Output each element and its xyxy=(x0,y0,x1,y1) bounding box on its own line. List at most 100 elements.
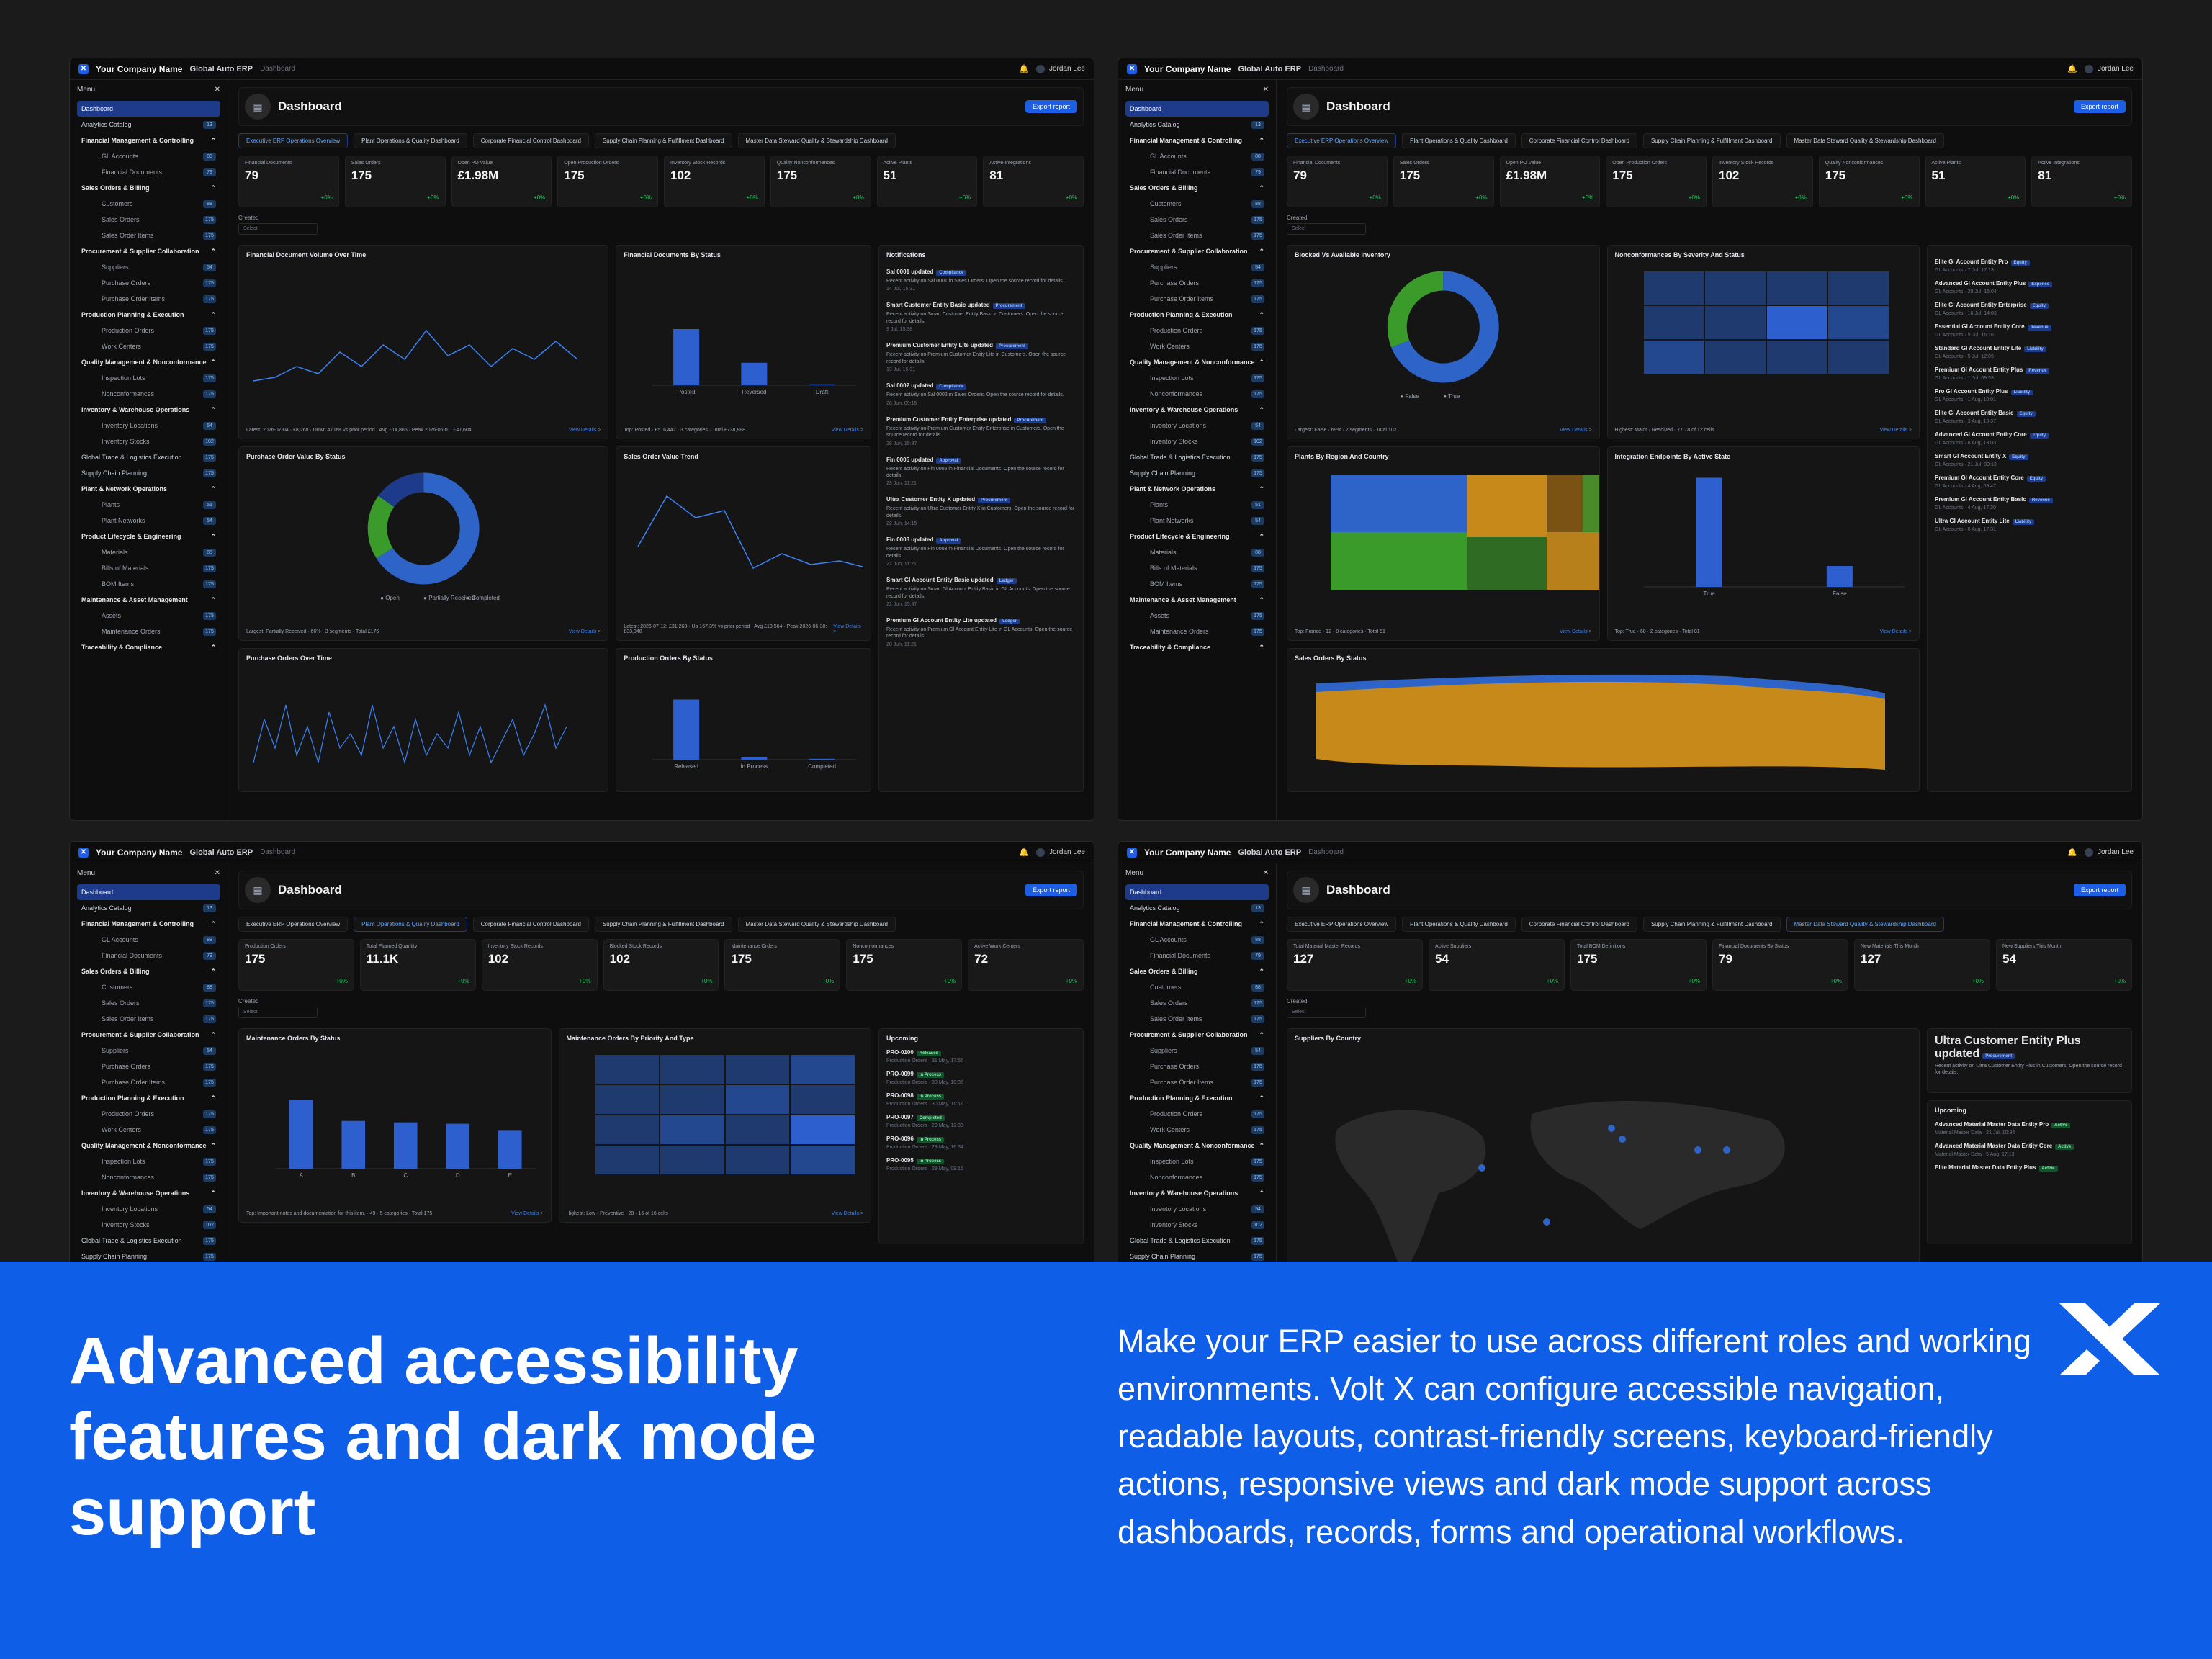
sidebar-item[interactable]: Suppliers 54 xyxy=(77,1043,220,1058)
sidebar-item[interactable]: Purchase Orders 175 xyxy=(77,275,220,291)
breadcrumb[interactable]: Dashboard xyxy=(260,848,295,856)
sidebar-item[interactable]: Nonconformances 175 xyxy=(77,1169,220,1185)
sidebar-item[interactable]: Sales Orders & Billing ⌃ xyxy=(1125,963,1269,979)
upcoming-item[interactable]: PRO-0096 In Process Production Orders · 29… xyxy=(886,1136,1076,1150)
sidebar-item[interactable]: Inventory Locations 54 xyxy=(77,418,220,433)
sidebar-item[interactable]: Inventory Locations 54 xyxy=(1125,1201,1269,1217)
sidebar-item[interactable]: Global Trade & Logistics Execution 175 xyxy=(1125,1233,1269,1249)
upcoming-item[interactable]: Elite Material Master Data Entity Plus Ac… xyxy=(1935,1164,2124,1172)
sidebar-item[interactable]: Plants 51 xyxy=(1125,497,1269,513)
sidebar-item[interactable]: Sales Order Items 175 xyxy=(77,228,220,243)
map-marker[interactable] xyxy=(1543,1218,1550,1226)
sidebar-item[interactable]: BOM Items 175 xyxy=(1125,576,1269,592)
sidebar-item[interactable]: Financial Documents 79 xyxy=(77,948,220,963)
sidebar-item[interactable]: Suppliers 54 xyxy=(1125,1043,1269,1058)
map-marker[interactable] xyxy=(1723,1146,1730,1154)
sidebar-item[interactable]: Traceability & Compliance ⌃ xyxy=(1125,639,1269,655)
sidebar-item[interactable]: Purchase Order Items 175 xyxy=(77,1074,220,1090)
sidebar-item[interactable]: Financial Management & Controlling ⌃ xyxy=(77,916,220,932)
sidebar-item[interactable]: Work Centers 175 xyxy=(77,338,220,354)
view-details-link[interactable]: View Details > xyxy=(1880,629,1912,634)
sidebar-item[interactable]: Procurement & Supplier Collaboration ⌃ xyxy=(1125,243,1269,259)
sidebar-item[interactable]: Maintenance & Asset Management ⌃ xyxy=(77,592,220,608)
sidebar-item[interactable]: Dashboard xyxy=(77,101,220,117)
close-icon[interactable]: ✕ xyxy=(1263,869,1269,877)
dashboard-tab[interactable]: Master Data Steward Quality & Stewardshi… xyxy=(737,917,896,932)
sidebar-item[interactable]: Sales Orders & Billing ⌃ xyxy=(1125,180,1269,196)
map-marker[interactable] xyxy=(1694,1146,1701,1154)
sidebar-item[interactable]: Production Planning & Execution ⌃ xyxy=(77,307,220,323)
sidebar-item[interactable]: Inventory & Warehouse Operations ⌃ xyxy=(77,1185,220,1201)
sidebar-item[interactable]: Procurement & Supplier Collaboration ⌃ xyxy=(77,243,220,259)
dashboard-tab[interactable]: Corporate Financial Control Dashboard xyxy=(472,133,589,148)
bell-icon[interactable]: 🔔 xyxy=(1019,848,1029,857)
sidebar-item[interactable]: Analytics Catalog 13 xyxy=(77,117,220,132)
sidebar-item[interactable]: Inventory Stocks 102 xyxy=(77,433,220,449)
sidebar-item[interactable]: Inventory & Warehouse Operations ⌃ xyxy=(1125,402,1269,418)
export-report-button[interactable]: Export report xyxy=(1025,100,1077,113)
map-marker[interactable] xyxy=(1619,1136,1626,1143)
export-report-button[interactable]: Export report xyxy=(2073,884,2126,896)
sidebar-item[interactable]: GL Accounts 88 xyxy=(1125,148,1269,164)
view-details-link[interactable]: View Details > xyxy=(833,624,863,634)
sidebar-item[interactable]: Production Planning & Execution ⌃ xyxy=(77,1090,220,1106)
sidebar-item[interactable]: Inspection Lots 175 xyxy=(77,1154,220,1169)
sidebar-item[interactable]: Production Orders 175 xyxy=(1125,323,1269,338)
sidebar-item[interactable]: Product Lifecycle & Engineering ⌃ xyxy=(1125,529,1269,544)
sidebar-item[interactable]: Plants 51 xyxy=(77,497,220,513)
close-icon[interactable]: ✕ xyxy=(1263,86,1269,94)
sidebar-item[interactable]: Financial Documents 79 xyxy=(77,164,220,180)
gl-account-item[interactable]: Premium Gl Account Entity Plus Revenue GL … xyxy=(1935,367,2124,381)
bell-icon[interactable]: 🔔 xyxy=(1019,64,1029,73)
notification-item[interactable]: Smart Customer Entity Basic updated Procu… xyxy=(886,302,1076,332)
notification-item[interactable]: Sal 0001 updated Compliance Recent activit… xyxy=(886,269,1076,292)
dashboard-tab[interactable]: Supply Chain Planning & Fulfillment Dash… xyxy=(594,133,732,148)
upcoming-item[interactable]: Advanced Material Master Data Entity Pro… xyxy=(1935,1121,2124,1136)
dashboard-tab[interactable]: Master Data Steward Quality & Stewardshi… xyxy=(737,133,896,148)
bell-icon[interactable]: 🔔 xyxy=(2067,64,2077,73)
sidebar-item[interactable]: Global Trade & Logistics Execution 175 xyxy=(1125,449,1269,465)
view-details-link[interactable]: View Details > xyxy=(569,629,601,634)
notification-item[interactable]: Premium Gl Account Entity Lite updated Le… xyxy=(886,617,1076,647)
upcoming-item[interactable]: PRO-0100 Released Production Orders · 31 M… xyxy=(886,1049,1076,1064)
created-select[interactable]: Select xyxy=(1287,1007,1366,1018)
dashboard-tab[interactable]: Executive ERP Operations Overview xyxy=(1287,133,1397,148)
created-select[interactable]: Select xyxy=(1287,223,1366,235)
notification-item[interactable]: Sal 0002 updated Compliance Recent activit… xyxy=(886,382,1076,405)
sidebar-item[interactable]: Dashboard xyxy=(1125,101,1269,117)
sidebar-item[interactable]: Purchase Orders 175 xyxy=(77,1058,220,1074)
sidebar-item[interactable]: Global Trade & Logistics Execution 175 xyxy=(77,1233,220,1249)
sidebar-item[interactable]: Sales Orders 175 xyxy=(77,212,220,228)
sidebar-item[interactable]: Work Centers 175 xyxy=(77,1122,220,1138)
export-report-button[interactable]: Export report xyxy=(2073,100,2126,113)
gl-account-item[interactable]: Ultra Gl Account Entity Lite Liability GL … xyxy=(1935,518,2124,532)
sidebar-item[interactable]: Maintenance Orders 175 xyxy=(1125,624,1269,639)
dashboard-tab[interactable]: Executive ERP Operations Overview xyxy=(238,133,349,148)
sidebar-item[interactable]: Production Planning & Execution ⌃ xyxy=(1125,307,1269,323)
sidebar-item[interactable]: Analytics Catalog 13 xyxy=(1125,117,1269,132)
export-report-button[interactable]: Export report xyxy=(1025,884,1077,896)
upcoming-item[interactable]: PRO-0098 In Process Production Orders · 30… xyxy=(886,1092,1076,1107)
sidebar-item[interactable]: Sales Orders 175 xyxy=(1125,995,1269,1011)
sidebar-item[interactable]: Customers 88 xyxy=(1125,196,1269,212)
sidebar-item[interactable]: GL Accounts 88 xyxy=(77,148,220,164)
view-details-link[interactable]: View Details > xyxy=(832,428,863,433)
notification-item[interactable]: Premium Customer Entity Lite updated Proc… xyxy=(886,342,1076,372)
gl-account-item[interactable]: Advanced Gl Account Entity Plus Expense GL… xyxy=(1935,280,2124,295)
gl-account-item[interactable]: Elite Gl Account Entity Enterprise Equity… xyxy=(1935,302,2124,316)
sidebar-item[interactable]: Plant Networks 54 xyxy=(1125,513,1269,529)
dashboard-tab[interactable]: Executive ERP Operations Overview xyxy=(1287,917,1397,932)
sidebar-item[interactable]: Inventory Locations 54 xyxy=(1125,418,1269,433)
view-details-link[interactable]: View Details > xyxy=(832,1211,863,1216)
user-menu[interactable]: Jordan Lee xyxy=(2084,64,2134,73)
dashboard-tab[interactable]: Master Data Steward Quality & Stewardshi… xyxy=(1786,133,1944,148)
sidebar-item[interactable]: GL Accounts 88 xyxy=(1125,932,1269,948)
gl-account-item[interactable]: Standard Gl Account Entity Lite Liability… xyxy=(1935,345,2124,359)
sidebar-item[interactable]: Inventory Stocks 102 xyxy=(1125,433,1269,449)
breadcrumb[interactable]: Dashboard xyxy=(260,65,295,73)
sidebar-item[interactable]: Inventory Locations 54 xyxy=(77,1201,220,1217)
sidebar-item[interactable]: Inventory Stocks 102 xyxy=(77,1217,220,1233)
sidebar-item[interactable]: Procurement & Supplier Collaboration ⌃ xyxy=(1125,1027,1269,1043)
dashboard-tab[interactable]: Plant Operations & Quality Dashboard xyxy=(354,917,467,932)
sidebar-item[interactable]: Plant & Network Operations ⌃ xyxy=(1125,481,1269,497)
